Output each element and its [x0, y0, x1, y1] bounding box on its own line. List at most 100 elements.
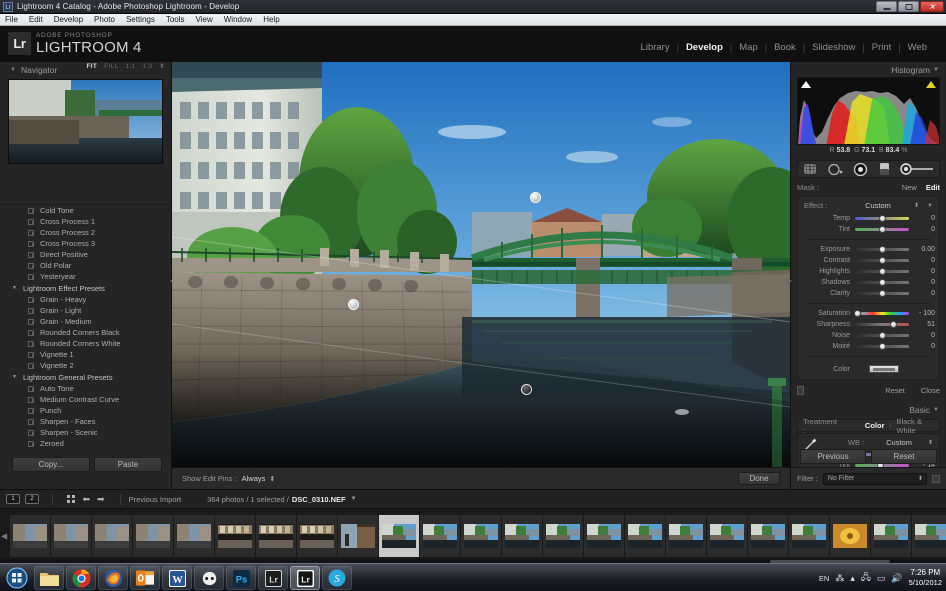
slider-track[interactable]	[855, 323, 909, 326]
filmstrip-thumbnail-selected[interactable]	[379, 515, 419, 557]
slider-knob[interactable]	[890, 321, 897, 328]
filmstrip-thumbnail[interactable]	[92, 515, 132, 557]
filmstrip-source[interactable]: Previous Import	[129, 495, 182, 504]
menu-item-file[interactable]: File	[5, 15, 18, 24]
tray-action-center-icon[interactable]: ▴	[850, 573, 855, 584]
filmstrip-thumbnail[interactable]	[338, 515, 378, 557]
menu-item-help[interactable]: Help	[263, 15, 279, 24]
brush-slider[interactable]: Shadows0	[798, 277, 939, 288]
reset-button[interactable]: Reset	[871, 449, 937, 464]
filmstrip-thumbnail[interactable]	[502, 515, 542, 557]
brush-reset-button[interactable]: Reset	[885, 386, 905, 395]
filmstrip-thumbnail[interactable]	[912, 515, 946, 557]
tray-language[interactable]: EN	[819, 574, 829, 583]
adjustment-brush-icon[interactable]	[900, 163, 934, 175]
slider-knob[interactable]	[879, 226, 886, 233]
tray-network-icon[interactable]: 🖧	[861, 570, 871, 586]
preset-item[interactable]: Punch	[0, 405, 171, 416]
filmstrip-thumbnail[interactable]	[256, 515, 296, 557]
previous-button[interactable]: Previous	[800, 449, 866, 464]
slider-knob[interactable]	[879, 246, 886, 253]
filmstrip-filename[interactable]: DSC_0310.NEF	[292, 495, 346, 504]
shadow-clipping-indicator[interactable]	[801, 81, 811, 88]
copy-button[interactable]: Copy...	[12, 457, 90, 472]
filmstrip-thumbnail[interactable]	[871, 515, 911, 557]
treatment-color-option[interactable]: Color	[865, 421, 885, 430]
filmstrip-thumbnail[interactable]	[666, 515, 706, 557]
preset-item[interactable]: Old Polar	[0, 260, 171, 271]
google-chrome-button[interactable]	[66, 566, 96, 590]
histogram-header[interactable]: Histogram ▼	[791, 62, 946, 77]
view-screen-2-button[interactable]: 2	[25, 494, 39, 504]
brush-close-button[interactable]: Close	[921, 386, 940, 395]
filmstrip[interactable]: ◀	[0, 508, 946, 563]
slider-track[interactable]	[855, 334, 909, 337]
highlight-clipping-indicator[interactable]	[926, 81, 936, 88]
effect-panel-triangle-icon[interactable]: ▼	[927, 203, 933, 209]
tray-expand-icon[interactable]: ⁂	[835, 573, 844, 584]
slider-knob[interactable]	[879, 257, 886, 264]
tray-battery-icon[interactable]: ▭	[877, 573, 886, 584]
brush-slider[interactable]: Clarity0	[798, 288, 939, 299]
brush-slider[interactable]: Temp0	[798, 213, 939, 224]
grid-view-icon[interactable]	[67, 495, 75, 503]
slider-knob[interactable]	[879, 290, 886, 297]
done-button[interactable]: Done	[738, 472, 780, 485]
filmstrip-thumbnail[interactable]	[625, 515, 665, 557]
menu-item-window[interactable]: Window	[224, 15, 252, 24]
slider-value[interactable]: 51	[909, 321, 935, 328]
preset-item[interactable]: Vignette 2	[0, 360, 171, 371]
mask-overlay-toggle[interactable]	[797, 386, 804, 395]
module-web[interactable]: Web	[901, 42, 934, 53]
skype-button[interactable]: S	[322, 566, 352, 590]
preset-item[interactable]: Cross Process 2	[0, 227, 171, 238]
slider-track[interactable]	[855, 345, 909, 348]
zoom-1-1[interactable]: 1:1	[125, 63, 135, 70]
preset-item[interactable]: Grain - Heavy	[0, 294, 171, 305]
menu-item-tools[interactable]: Tools	[166, 15, 185, 24]
slider-track[interactable]	[855, 248, 909, 251]
slider-knob[interactable]	[854, 310, 861, 317]
effect-stepper-icon[interactable]: ⬍	[914, 202, 919, 209]
filename-dropdown-icon[interactable]: ▼	[351, 496, 357, 502]
menu-item-view[interactable]: View	[196, 15, 213, 24]
preset-item[interactable]: Grain - Light	[0, 305, 171, 316]
preset-item[interactable]: Vignette 1	[0, 349, 171, 360]
mask-new-button[interactable]: New	[902, 183, 917, 192]
preset-group[interactable]: ▼Lightroom Effect Presets	[0, 282, 171, 294]
view-screen-1-button[interactable]: 1	[6, 494, 20, 504]
preset-item[interactable]: Yesteryear	[0, 271, 171, 282]
taskbar-clock[interactable]: 7:26 PM 5/10/2012	[909, 568, 942, 588]
filmstrip-thumbnail[interactable]	[584, 515, 624, 557]
adobe-lightroom-active-button[interactable]: Lr	[290, 566, 320, 590]
spot-removal-icon[interactable]	[827, 163, 843, 176]
slider-value[interactable]: 0	[909, 332, 935, 339]
filmstrip-thumbnail[interactable]	[420, 515, 460, 557]
filmstrip-thumbnail[interactable]	[461, 515, 501, 557]
adobe-photoshop-button[interactable]: Ps	[226, 566, 256, 590]
tray-volume-icon[interactable]: 🔊	[891, 573, 902, 584]
filmstrip-thumbnail[interactable]	[215, 515, 255, 557]
slider-track[interactable]	[855, 312, 909, 315]
red-eye-icon[interactable]	[853, 163, 868, 176]
preset-item[interactable]: Direct Positive	[0, 249, 171, 260]
basic-panel-header[interactable]: Basic ▼	[791, 402, 946, 417]
preset-item[interactable]: Zeroed	[0, 438, 171, 449]
menu-item-settings[interactable]: Settings	[126, 15, 155, 24]
preset-item[interactable]: Sharpen - Scenic	[0, 427, 171, 438]
brush-slider[interactable]: Tint0	[798, 224, 939, 235]
filmstrip-thumbnail[interactable]	[51, 515, 91, 557]
brush-slider[interactable]: Sharpness51	[798, 319, 939, 330]
menu-item-develop[interactable]: Develop	[54, 15, 83, 24]
filmstrip-scroll-left-icon[interactable]: ◀	[1, 532, 7, 541]
preset-item[interactable]: Grain - Medium	[0, 316, 171, 327]
preset-item[interactable]: Auto Tone	[0, 383, 171, 394]
navigator-preview[interactable]	[8, 79, 163, 164]
zoom-fit[interactable]: FIT	[87, 63, 98, 70]
brush-slider[interactable]: Noise0	[798, 330, 939, 341]
slider-value[interactable]: 0	[909, 226, 935, 233]
slider-knob[interactable]	[879, 279, 886, 286]
edit-pin[interactable]	[530, 192, 541, 203]
filmstrip-thumbnail[interactable]	[789, 515, 829, 557]
slider-value[interactable]: 0	[909, 257, 935, 264]
